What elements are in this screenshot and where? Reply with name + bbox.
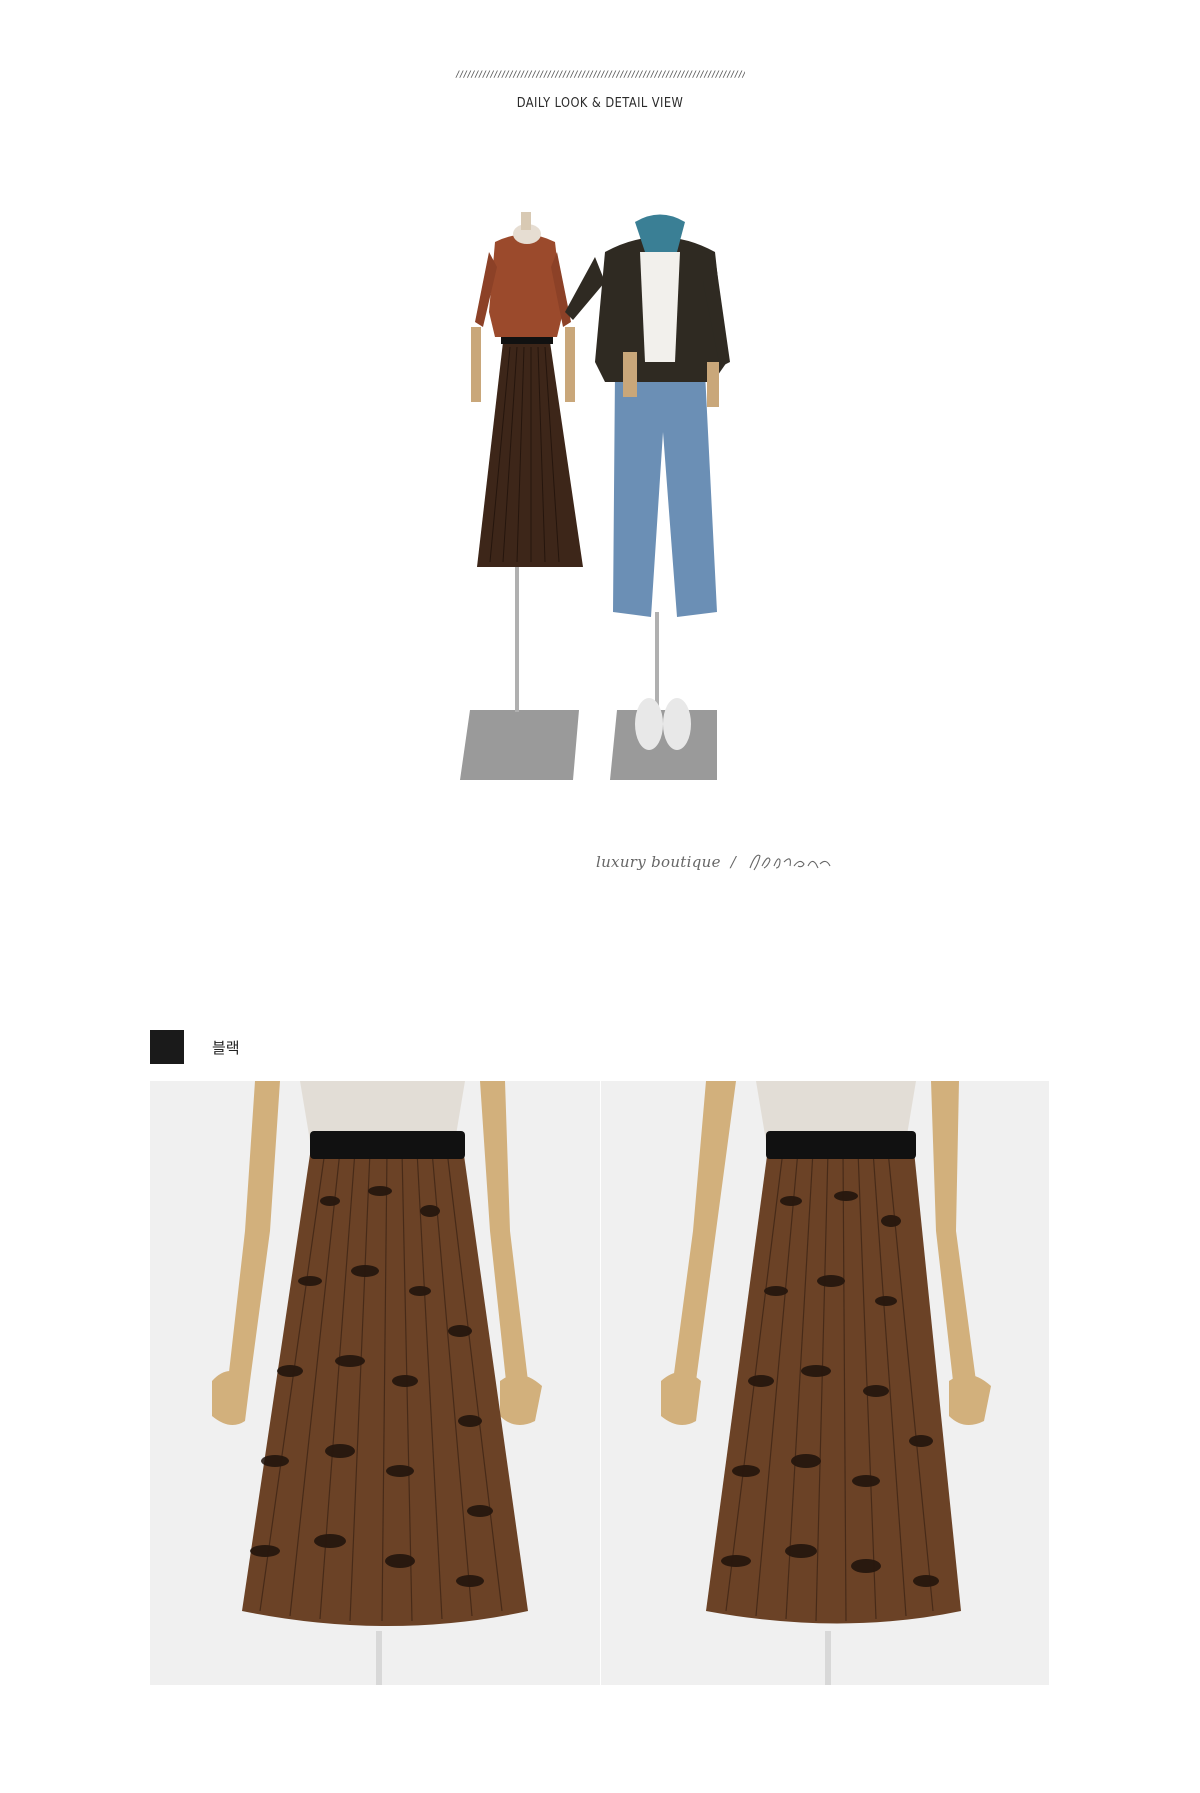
left-stand-pole xyxy=(515,552,519,712)
skirt-front-illustration xyxy=(150,1081,600,1685)
skirt-detail-photo-front xyxy=(150,1081,600,1685)
color-swatch[interactable] xyxy=(150,1030,184,1064)
jeans xyxy=(613,372,717,617)
elastic-waistband xyxy=(310,1131,465,1159)
brand-signature: luxury boutique / xyxy=(596,848,832,876)
signature-slash: / xyxy=(730,853,736,871)
color-option-row: 블랙 xyxy=(150,1030,240,1064)
decorative-slash-line: ////////////////////////////////////////… xyxy=(455,70,745,80)
signature-text: luxury boutique xyxy=(596,853,721,871)
section-header: ////////////////////////////////////////… xyxy=(0,70,1200,111)
sneaker-left xyxy=(635,698,663,750)
left-stand-base xyxy=(460,710,579,780)
white-tee xyxy=(640,252,680,362)
color-label: 블랙 xyxy=(212,1038,240,1057)
skirt-detail-photo-back xyxy=(601,1081,1049,1685)
section-title: DAILY LOOK & DETAIL VIEW xyxy=(516,96,684,111)
skirt-back-illustration xyxy=(601,1081,1049,1685)
left-blouse xyxy=(489,234,563,337)
sneaker-right xyxy=(663,698,691,750)
brand-logo-script xyxy=(749,854,831,871)
daily-look-photo xyxy=(460,212,730,780)
